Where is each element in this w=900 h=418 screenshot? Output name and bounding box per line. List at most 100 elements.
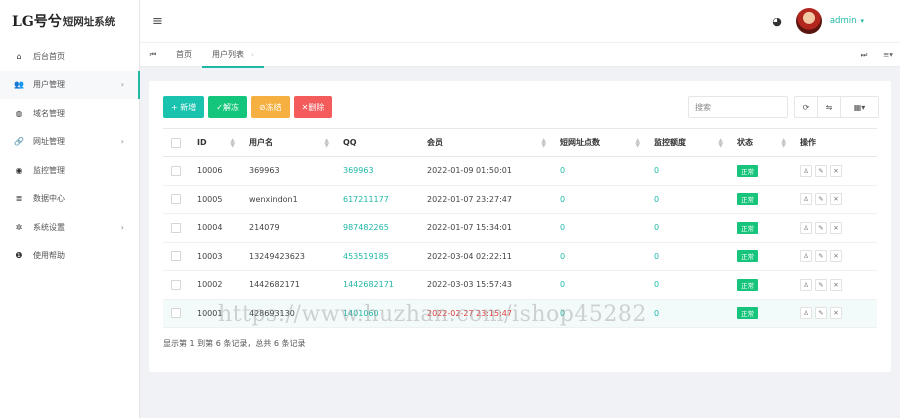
delete-icon[interactable]: ✕ (830, 193, 842, 206)
edit-icon[interactable]: ✎ (815, 221, 827, 234)
column-header-username[interactable]: 用户名 ▲ ▼ (241, 128, 335, 157)
cell-status: 正常 (729, 156, 792, 186)
column-header-member[interactable]: 会员 ▲ ▼ (419, 128, 552, 157)
theme-palette-icon[interactable]: ◕ (772, 15, 782, 28)
tabs-scroll-right-icon[interactable]: ⏭ (852, 43, 876, 67)
row-checkbox[interactable] (171, 194, 181, 205)
cell-member: 2022-01-07 23:27:47 (419, 185, 552, 214)
unfreeze-button[interactable]: ✓解冻 (208, 96, 247, 118)
sidebar-item-label: 网址管理 (33, 137, 65, 147)
sidebar-item[interactable]: ≣ 数据中心 (0, 185, 139, 214)
columns-icon[interactable]: ▦▾ (841, 97, 878, 117)
qq-link[interactable]: 1401060 (343, 309, 379, 318)
sidebar-item[interactable]: 👥 用户管理 › (0, 70, 140, 99)
row-checkbox[interactable] (171, 308, 181, 319)
menu-toggle-icon[interactable]: ≡ (152, 14, 163, 29)
search-input[interactable] (688, 96, 788, 118)
qq-link[interactable]: 453519185 (343, 252, 389, 261)
table-row[interactable]: 10002 1442682171 1442682171 2022-03-03 15:5… (163, 270, 877, 300)
avatar[interactable] (795, 8, 822, 34)
tabs-scroll-left-icon[interactable]: ⏮ (140, 50, 166, 60)
chevron-down-icon[interactable]: ▾ (860, 17, 864, 25)
qq-link[interactable]: 1442682171 (343, 280, 394, 289)
row-checkbox[interactable] (171, 251, 181, 262)
user-detail-icon[interactable]: ♙ (800, 221, 812, 234)
sort-icon[interactable]: ▲ ▼ (718, 138, 723, 149)
sidebar-item[interactable]: ⌂ 后台首页 (0, 42, 139, 71)
edit-icon[interactable]: ✎ (815, 278, 827, 291)
edit-icon[interactable]: ✎ (815, 193, 827, 206)
delete-icon[interactable]: ✕ (830, 164, 842, 177)
column-header-label: 短网址点数 (560, 138, 600, 147)
user-detail-icon[interactable]: ♙ (800, 164, 812, 177)
qq-link[interactable]: 617211177 (343, 195, 389, 204)
cell-points: 0 (552, 156, 646, 186)
row-checkbox[interactable] (171, 279, 181, 290)
sort-icon[interactable]: ▲ ▼ (635, 138, 640, 149)
sidebar-item[interactable]: ❶ 使用帮助 (0, 242, 139, 271)
username[interactable]: admin (830, 16, 857, 26)
sidebar-item[interactable]: ◉ 监控管理 (0, 156, 139, 185)
tabs-menu-icon[interactable]: ≡▾ (876, 43, 900, 67)
cell-status: 正常 (729, 270, 792, 300)
sort-icon[interactable]: ▲ ▼ (230, 138, 235, 149)
row-select-cell (163, 156, 189, 186)
edit-icon[interactable]: ✎ (815, 307, 827, 320)
edit-icon[interactable]: ✎ (815, 250, 827, 263)
tab-close-icon[interactable]: › (251, 51, 254, 59)
cell-status: 正常 (729, 185, 792, 214)
column-header-id[interactable]: ID ▲ ▼ (189, 128, 241, 157)
row-checkbox[interactable] (171, 165, 181, 176)
refresh-icon[interactable]: ⟳ (795, 97, 818, 117)
cell-id: 10006 (189, 156, 241, 186)
cell-quota: 0 (646, 213, 729, 243)
tab-home[interactable]: 首页 (166, 43, 202, 67)
toggle-view-icon[interactable]: ⇋ (818, 97, 841, 117)
table-row[interactable]: 10004 214079 987482265 2022-01-07 15:34:01 0… (163, 213, 877, 243)
column-header-status[interactable]: 状态 ▲ ▼ (729, 128, 792, 157)
sidebar-item[interactable]: ◍ 域名管理 (0, 99, 139, 128)
delete-button[interactable]: ✕删除 (293, 96, 333, 118)
sort-icon[interactable]: ▲ ▼ (781, 138, 786, 149)
delete-icon[interactable]: ✕ (830, 250, 842, 263)
sort-icon[interactable]: ▲ ▼ (324, 138, 329, 149)
freeze-button[interactable]: ⊘冻结 (250, 96, 290, 118)
cell-quota: 0 (646, 185, 729, 214)
sidebar-item[interactable]: 🔗 网址管理 › (0, 128, 139, 157)
table-body: 10006 369963 369963 2022-01-09 01:50:01 0 0 正常… (163, 156, 877, 328)
user-detail-icon[interactable]: ♙ (800, 250, 812, 263)
column-header-points[interactable]: 短网址点数 ▲ ▼ (552, 128, 646, 157)
qq-link[interactable]: 369963 (343, 166, 374, 175)
select-all-checkbox[interactable] (171, 137, 181, 148)
row-checkbox[interactable] (171, 222, 181, 233)
sidebar-item[interactable]: ✲ 系统设置 › (0, 213, 139, 242)
tab-user-list[interactable]: 用户列表 › (202, 43, 264, 68)
status-badge: 正常 (737, 278, 758, 291)
cell-points: 0 (552, 270, 646, 300)
user-detail-icon[interactable]: ♙ (800, 278, 812, 291)
delete-icon[interactable]: ✕ (830, 307, 842, 320)
eye-icon: ◉ (15, 165, 23, 175)
cell-qq: 1401060 (335, 299, 419, 328)
cell-username: 13249423623 (241, 242, 335, 271)
table-row[interactable]: 10003 13249423623 453519185 2022-03-04 02:2… (163, 242, 877, 271)
user-detail-icon[interactable]: ♙ (800, 307, 812, 320)
column-header-qq[interactable]: QQ (335, 128, 419, 157)
table-row[interactable]: 10005 wenxindon1 617211177 2022-01-07 23:27… (163, 185, 877, 214)
sort-icon[interactable]: ▲ ▼ (541, 138, 546, 149)
delete-icon[interactable]: ✕ (830, 221, 842, 234)
table-row[interactable]: 10001 428693130 1401060 2022-02-27 23:15:47… (163, 299, 877, 328)
table-row[interactable]: 10006 369963 369963 2022-01-09 01:50:01 0 0 正常… (163, 156, 877, 186)
logo[interactable]: LG号兮 短网址系统 (0, 0, 139, 42)
delete-icon[interactable]: ✕ (830, 278, 842, 291)
quota-value: 0 (654, 308, 660, 318)
column-header-actions: 操作 (792, 128, 877, 157)
user-detail-icon[interactable]: ♙ (800, 193, 812, 206)
add-button[interactable]: + 新增 (163, 96, 205, 118)
cell-actions: ♙ ✎ ✕ (792, 156, 877, 186)
status-badge: 正常 (737, 250, 758, 263)
edit-icon[interactable]: ✎ (815, 164, 827, 177)
column-header-quota[interactable]: 监控额度 ▲ ▼ (646, 128, 729, 157)
qq-link[interactable]: 987482265 (343, 223, 389, 232)
sidebar-item-label: 监控管理 (33, 165, 65, 175)
